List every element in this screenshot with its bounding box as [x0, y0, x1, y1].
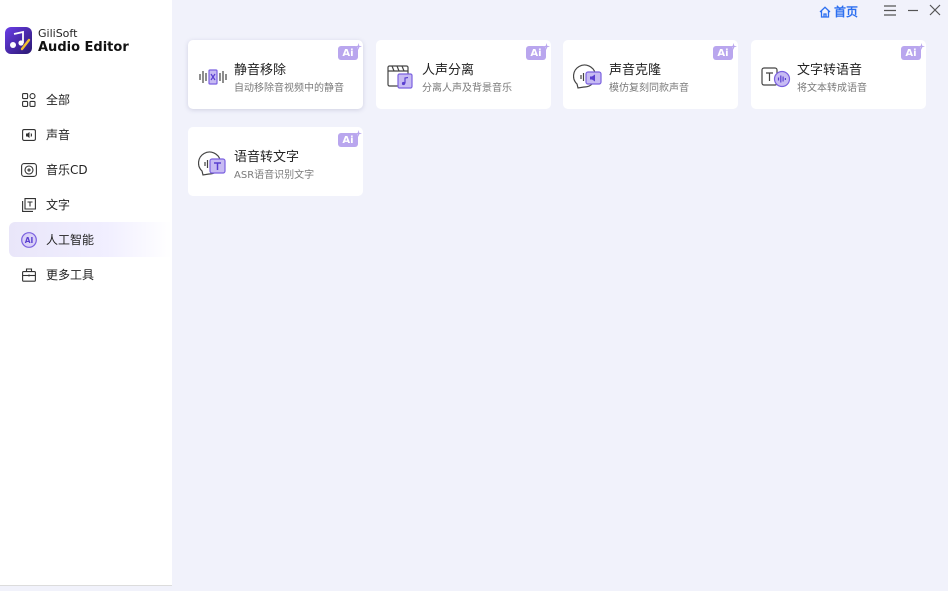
sparkle-icon: [355, 43, 362, 50]
card-description: 自动移除音视频中的静音: [234, 83, 344, 94]
toolbox-icon: [21, 267, 37, 283]
sidebar: GiliSoft Audio Editor 全部 声音 音乐CD 文字 AI 人…: [0, 0, 172, 586]
close-button[interactable]: [927, 2, 943, 18]
sidebar-nav: 全部 声音 音乐CD 文字 AI 人工智能 更多工具: [9, 82, 172, 292]
sparkle-icon: [543, 43, 550, 50]
sidebar-item-label: 音乐CD: [46, 163, 88, 177]
app-logo-icon: [5, 27, 32, 54]
card-description: ASR语音识别文字: [234, 170, 315, 181]
app-product-name: Audio Editor: [38, 39, 129, 55]
silence-removal-icon: [198, 62, 228, 92]
app-logo: GiliSoft Audio Editor: [5, 27, 129, 54]
speech-to-text-icon: [198, 149, 228, 179]
menu-icon: [884, 4, 896, 16]
card-title: 声音克隆: [609, 63, 662, 78]
card-title: 人声分离: [422, 63, 475, 78]
vocal-separation-icon: [386, 62, 416, 92]
sidebar-item-label: 文字: [46, 198, 71, 212]
sidebar-item-label: 更多工具: [46, 268, 95, 282]
music-cd-icon: [21, 162, 37, 178]
card-title: 文字转语音: [797, 63, 863, 78]
minimize-icon: [908, 9, 918, 12]
sound-icon: [21, 127, 37, 143]
sidebar-item-more-tools[interactable]: 更多工具: [9, 257, 172, 292]
sidebar-item-ai[interactable]: AI 人工智能: [9, 222, 172, 257]
sidebar-item-label: 人工智能: [46, 233, 95, 247]
svg-text:AI: AI: [25, 236, 34, 245]
sidebar-item-label: 全部: [46, 93, 71, 107]
card-description: 将文本转成语音: [797, 83, 867, 94]
ai-icon: AI: [21, 231, 37, 248]
card-text-to-speech[interactable]: 文字转语音 将文本转成语音 Ai: [751, 40, 926, 109]
menu-button[interactable]: [882, 2, 898, 18]
home-icon: [819, 5, 831, 18]
app-brand: GiliSoft: [38, 26, 78, 40]
card-vocal-separation[interactable]: 人声分离 分离人声及背景音乐 Ai: [376, 40, 551, 109]
card-description: 模仿复刻同款声音: [609, 83, 689, 94]
card-speech-to-text[interactable]: 语音转文字 ASR语音识别文字 Ai: [188, 127, 363, 196]
sidebar-item-label: 声音: [46, 128, 71, 142]
card-title: 静音移除: [234, 63, 287, 78]
card-silence-removal[interactable]: 静音移除 自动移除音视频中的静音 Ai: [188, 40, 363, 109]
sparkle-icon: [730, 43, 737, 50]
sidebar-item-text[interactable]: 文字: [9, 187, 172, 222]
grid-icon: [21, 92, 37, 108]
close-icon: [929, 4, 941, 16]
sidebar-item-sound[interactable]: 声音: [9, 117, 172, 152]
home-link-label: 首页: [834, 5, 859, 19]
card-voice-clone[interactable]: 声音克隆 模仿复刻同款声音 Ai: [563, 40, 738, 109]
minimize-button[interactable]: [905, 2, 921, 18]
sparkle-icon: [918, 43, 925, 50]
sidebar-item-music-cd[interactable]: 音乐CD: [9, 152, 172, 187]
card-title: 语音转文字: [234, 150, 300, 165]
card-description: 分离人声及背景音乐: [422, 83, 512, 94]
voice-clone-icon: [573, 62, 603, 92]
text-icon: [21, 197, 37, 213]
home-link[interactable]: 首页: [819, 3, 858, 20]
sparkle-icon: [355, 130, 362, 137]
sidebar-item-all[interactable]: 全部: [9, 82, 172, 117]
text-to-speech-icon: [761, 62, 791, 92]
